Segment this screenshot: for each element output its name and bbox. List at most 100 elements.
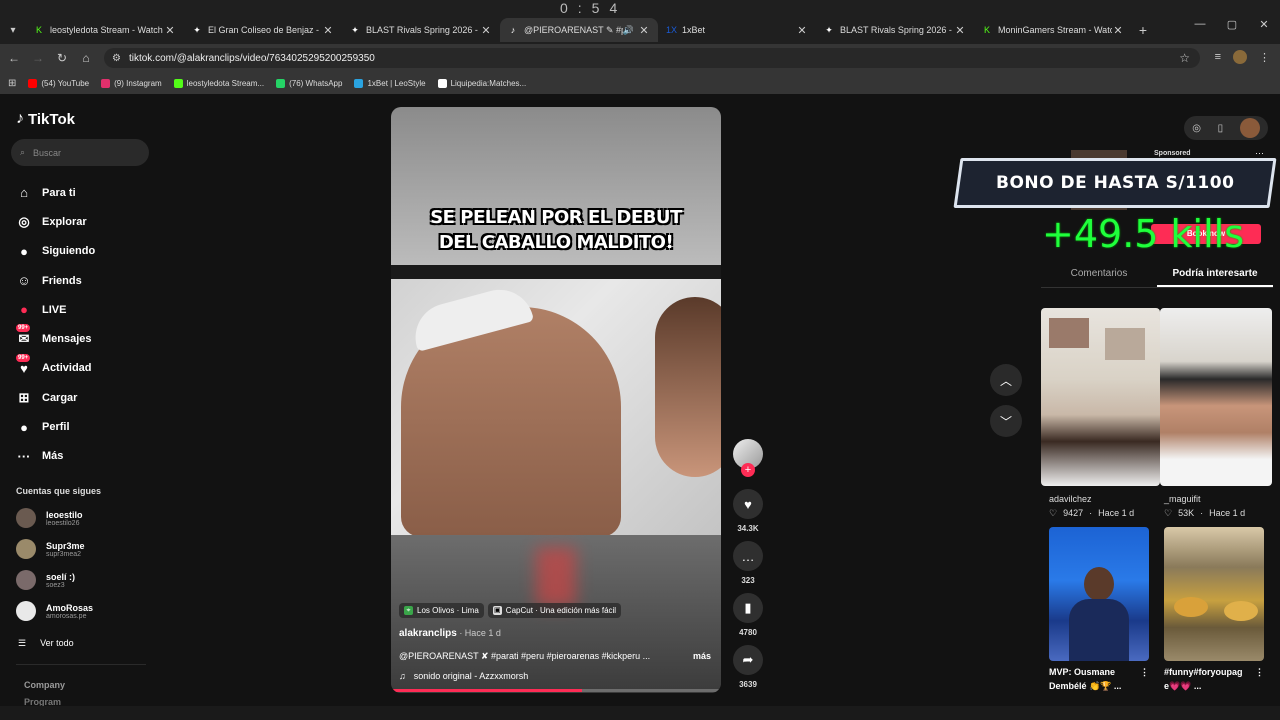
close-window-icon[interactable]: ✕ bbox=[1248, 18, 1280, 31]
tab-favicon-icon: K bbox=[35, 25, 42, 35]
sidebar-item-live[interactable]: ● LIVE bbox=[16, 295, 95, 324]
account-handle: soez3 bbox=[46, 581, 65, 589]
top-right-controls: ◎ ▯ bbox=[1184, 116, 1268, 140]
sidebar-item-siguiendo[interactable]: ● Siguiendo bbox=[16, 237, 95, 266]
company-link[interactable]: Company bbox=[24, 680, 65, 690]
card-options-icon[interactable]: ⋮ bbox=[1140, 665, 1149, 679]
card-author[interactable]: adavilchez bbox=[1049, 494, 1134, 504]
comment-action[interactable]: … 323 bbox=[731, 541, 765, 585]
bookmark-item[interactable]: (9) Instagram bbox=[101, 78, 162, 88]
reload-icon[interactable]: ↻ bbox=[50, 51, 74, 65]
browser-tab[interactable]: K MoninGamers Stream - Watch ✕ bbox=[974, 18, 1132, 42]
recommended-card[interactable] bbox=[1160, 308, 1272, 486]
browser-tab[interactable]: ✦ BLAST Rivals Spring 2026 - Liqu✕ bbox=[816, 18, 974, 42]
bookmark-favicon-icon bbox=[28, 78, 38, 88]
more-button[interactable]: más bbox=[693, 651, 711, 662]
maximize-icon[interactable]: ▢ bbox=[1216, 18, 1248, 31]
save-action[interactable]: ▮ 4780 bbox=[731, 593, 765, 637]
tab-recommended[interactable]: Podría interesarte bbox=[1157, 262, 1273, 287]
media-controls-icon[interactable]: ≡ bbox=[1215, 51, 1221, 63]
sidebar-item-actividad[interactable]: ♥ 99+ Actividad bbox=[16, 353, 95, 383]
ad-options-icon[interactable]: ··· bbox=[1255, 148, 1264, 158]
coins-icon[interactable]: ◎ bbox=[1192, 123, 1201, 134]
tab-close-icon[interactable]: ✕ bbox=[322, 24, 334, 37]
browser-tab[interactable]: ♪ @PIEROARENAST ✎ #para🔊 ✕ bbox=[500, 18, 658, 42]
search-input[interactable]: ⌕ Buscar bbox=[11, 139, 149, 166]
sidebar-item-cargar[interactable]: ⊞ Cargar bbox=[16, 383, 95, 412]
bookmark-icon: ▮ bbox=[733, 593, 763, 623]
sidebar-item-perfil[interactable]: ● Perfil bbox=[16, 412, 95, 441]
bookmark-item[interactable]: (54) YouTube bbox=[28, 78, 89, 88]
card-title-line2: Dembélé 👏🏆 ... bbox=[1049, 681, 1122, 691]
profile-avatar[interactable] bbox=[1233, 50, 1247, 64]
bookmark-item[interactable]: Liquipedia:Matches... bbox=[437, 78, 526, 88]
browser-tab[interactable]: 1X 1xBet ✕ bbox=[658, 18, 816, 42]
tab-close-icon[interactable]: ✕ bbox=[1112, 24, 1124, 37]
follow-plus-icon[interactable]: + bbox=[741, 463, 755, 477]
tab-close-icon[interactable]: ✕ bbox=[954, 24, 966, 37]
capcut-chip[interactable]: ▣ CapCut · Una edición más fácil bbox=[487, 603, 622, 618]
following-account[interactable]: AmoRosas amorosas.pe bbox=[16, 601, 93, 621]
following-account[interactable]: leoestilo leoestilo26 bbox=[16, 508, 83, 528]
recommended-card[interactable] bbox=[1041, 308, 1160, 486]
new-tab-button[interactable]: + bbox=[1132, 22, 1154, 38]
tab-close-icon[interactable]: ✕ bbox=[638, 24, 650, 37]
next-video-button[interactable]: ﹀ bbox=[990, 405, 1022, 437]
following-account[interactable]: soelí :) soez3 bbox=[16, 570, 75, 590]
tab-title: BLAST Rivals Spring 2026 - Liqu bbox=[366, 25, 480, 35]
site-info-icon[interactable]: ⚙ bbox=[112, 53, 121, 64]
sidebar-item-label: Explorar bbox=[42, 215, 87, 228]
thumb-frame bbox=[1105, 328, 1145, 360]
bookmark-label: 1xBet | LeoStyle bbox=[367, 78, 426, 88]
tab-search-dropdown-icon[interactable]: ▾ bbox=[0, 18, 26, 42]
sidebar-item-mensajes[interactable]: ✉ 99+ Mensajes bbox=[16, 324, 95, 353]
browser-tab[interactable]: ✦ BLAST Rivals Spring 2026 - Liqu✕ bbox=[342, 18, 500, 42]
apps-grid-icon[interactable]: ⊞ bbox=[8, 78, 16, 89]
live-icon: ● bbox=[20, 302, 28, 318]
location-chip[interactable]: ⌖ Los Olivos · Lima bbox=[399, 603, 484, 618]
like-action[interactable]: ♥ 34.3K bbox=[731, 489, 765, 533]
browser-tab[interactable]: ✦ El Gran Coliseo de Benjaz - Liqu✕ bbox=[184, 18, 342, 42]
browser-menu-icon[interactable]: ⋮ bbox=[1259, 51, 1270, 64]
card-dot: · bbox=[1200, 508, 1204, 518]
card-title-line2: e💗💗 ... bbox=[1164, 681, 1202, 691]
tiktok-logo[interactable]: ♪ TikTok bbox=[16, 110, 75, 128]
bookmark-item[interactable]: (76) WhatsApp bbox=[276, 78, 342, 88]
card-author[interactable]: _maguifit bbox=[1164, 494, 1245, 504]
tab-comments[interactable]: Comentarios bbox=[1041, 262, 1157, 287]
bookmark-item[interactable]: leostyledota Stream... bbox=[173, 78, 264, 88]
video-sound[interactable]: ♫ sonido original - Azzxxmorsh bbox=[399, 671, 528, 681]
sidebar-item-m-s[interactable]: ··· Más bbox=[16, 442, 95, 471]
bookmark-favicon-icon bbox=[437, 78, 447, 88]
notification-badge: 99+ bbox=[16, 353, 31, 362]
posted-time: · Hace 1 d bbox=[456, 628, 501, 638]
user-avatar[interactable] bbox=[1239, 118, 1260, 138]
tab-close-icon[interactable]: ✕ bbox=[480, 24, 492, 37]
card-options-icon[interactable]: ⋮ bbox=[1255, 665, 1264, 679]
device-icon[interactable]: ▯ bbox=[1218, 123, 1224, 134]
sidebar-item-friends[interactable]: ☺ Friends bbox=[16, 266, 95, 295]
share-action[interactable]: ➦ 3639 bbox=[731, 645, 765, 689]
back-icon[interactable]: ← bbox=[2, 51, 26, 65]
tab-close-icon[interactable]: ✕ bbox=[796, 24, 808, 37]
video-progress-bar[interactable] bbox=[391, 689, 721, 692]
tab-favicon-icon: K bbox=[983, 25, 990, 35]
see-all-link[interactable]: ☰ Ver todo bbox=[18, 638, 74, 649]
recommended-card[interactable]: #funny#foryoupag ⋮ e💗💗 ... bbox=[1164, 527, 1264, 693]
following-account[interactable]: Supr3me supr3mea2 bbox=[16, 539, 85, 559]
sidebar-item-para-ti[interactable]: ⌂ Para ti bbox=[16, 178, 95, 207]
tab-close-icon[interactable]: ✕ bbox=[164, 24, 176, 37]
minimize-icon[interactable]: — bbox=[1184, 18, 1216, 31]
tab-audio-icon[interactable]: 🔊 bbox=[623, 25, 634, 36]
bookmark-item[interactable]: 1xBet | LeoStyle bbox=[354, 78, 426, 88]
sidebar-item-explorar[interactable]: ◎ Explorar bbox=[16, 207, 95, 236]
forward-icon[interactable]: → bbox=[26, 51, 50, 65]
previous-video-button[interactable]: ︿ bbox=[990, 364, 1022, 396]
video-author[interactable]: alakranclips · Hace 1 d bbox=[399, 628, 501, 639]
recommended-card[interactable]: MVP: Ousmane ⋮ Dembélé 👏🏆 ... bbox=[1049, 527, 1149, 693]
video-player[interactable]: SE PELEAN POR EL DEBUT DEL CABALLO MALDI… bbox=[391, 107, 721, 693]
browser-tab[interactable]: Kleostyledota Stream - Watch Li ✕ bbox=[26, 18, 184, 42]
bookmark-star-icon[interactable]: ☆ bbox=[1179, 51, 1190, 65]
address-bar[interactable]: ⚙ tiktok.com/@alakranclips/video/7634025… bbox=[104, 48, 1200, 68]
home-icon[interactable]: ⌂ bbox=[74, 51, 98, 65]
